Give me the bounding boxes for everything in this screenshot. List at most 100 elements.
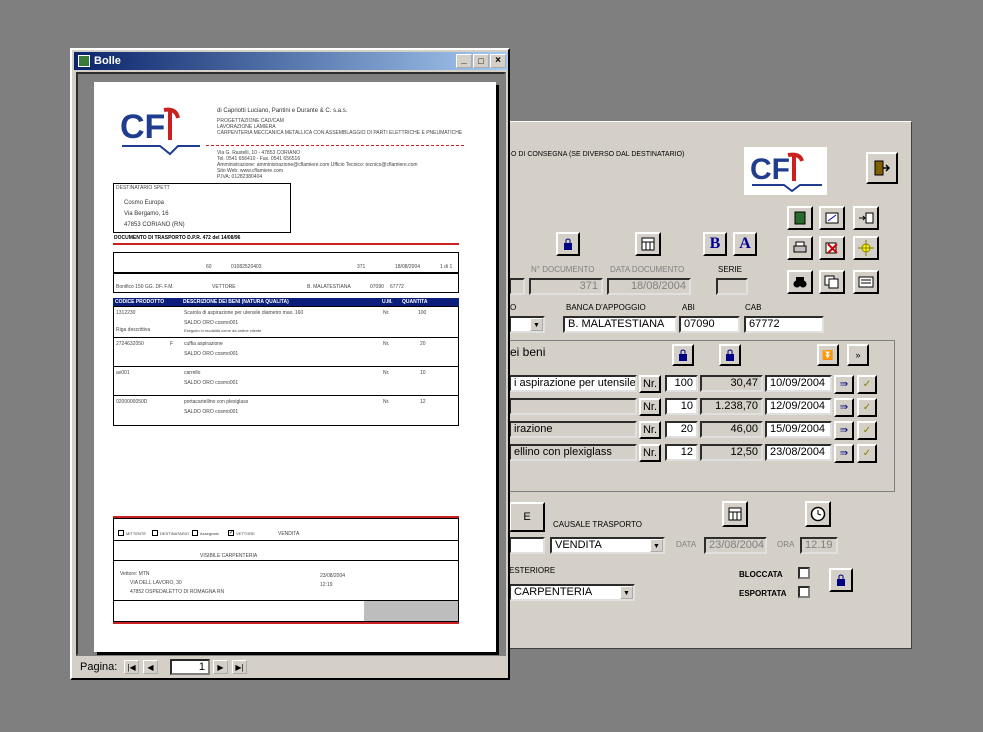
row-insert-button[interactable]: ⇛	[834, 375, 854, 394]
close-button[interactable]: ×	[490, 54, 506, 68]
abi-field[interactable]: 07090	[679, 316, 740, 333]
item-code: ax001	[116, 370, 130, 376]
footer-row3: Vettore: MTN VIA DELL LAVORO, 30 47852 O…	[114, 561, 458, 601]
format-a-button[interactable]: A	[733, 232, 757, 256]
chevron-down-icon[interactable]: ▼	[620, 586, 633, 599]
row-date-field[interactable]: 23/08/2004	[765, 444, 832, 461]
row-date-field[interactable]: 15/09/2004	[765, 421, 832, 438]
prev-page-button[interactable]: ◀	[143, 660, 158, 674]
recipient-line: Cosmo Europa	[124, 200, 165, 206]
header-cell: 67772	[390, 284, 404, 290]
items-lock-button-2[interactable]	[719, 344, 741, 366]
copy-doc-button[interactable]	[819, 270, 845, 294]
first-page-button[interactable]: |◀	[124, 660, 139, 674]
report-window: Bolle _ □ × CF di Capriotti Luciano, Pan…	[70, 48, 510, 680]
lock-button[interactable]	[556, 232, 580, 256]
check-icon: ✓	[862, 425, 872, 436]
page-navigator: Pagina: |◀ ◀ 1 ▶ ▶|	[76, 658, 506, 678]
row-confirm-button[interactable]: ✓	[857, 375, 877, 394]
aspetto-select[interactable]: CARPENTERIA ▼	[509, 584, 635, 601]
row-desc-field[interactable]: i aspirazione per utensile c	[509, 375, 637, 392]
item-um: Nr.	[383, 310, 390, 316]
new-button[interactable]	[853, 236, 879, 260]
row-insert-button[interactable]: ⇛	[834, 444, 854, 463]
row-insert-button[interactable]: ⇛	[834, 421, 854, 440]
row-um-button[interactable]: Nr.	[639, 444, 661, 462]
trasporto-field[interactable]	[509, 537, 545, 554]
prefix-field[interactable]	[509, 278, 525, 295]
cab-field[interactable]: 67772	[744, 316, 824, 333]
row-qty-field[interactable]: 10	[665, 398, 698, 415]
calendar-button[interactable]	[635, 232, 661, 256]
row-um-button[interactable]: Nr.	[639, 421, 661, 439]
table-row: i aspirazione per utensile c Nr. 100 30,…	[509, 375, 895, 395]
row-desc-field[interactable]: irazione	[509, 421, 637, 438]
carrier-line: 47852 OSPEDALETTO DI ROMAGNA RN	[130, 589, 225, 595]
row-confirm-button[interactable]: ✓	[857, 398, 877, 417]
row-qty-field[interactable]: 12	[665, 444, 698, 461]
page-number-input[interactable]: 1	[170, 659, 210, 675]
doc-title: DOCUMENTO DI TRASPORTO D.P.R. 472 del 14…	[114, 235, 241, 241]
row-confirm-button[interactable]: ✓	[857, 421, 877, 440]
search-button[interactable]	[787, 270, 813, 294]
format-b-button[interactable]: B	[703, 232, 727, 256]
report-preview-area[interactable]: CF di Capriotti Luciano, Pantini e Duran…	[76, 72, 506, 656]
view-list-button[interactable]	[853, 270, 879, 294]
item-code: 1312230	[116, 310, 136, 316]
company-name: di Capriotti Luciano, Pantini e Durante …	[217, 108, 348, 114]
serie-field[interactable]	[716, 278, 748, 295]
row-um-button[interactable]: Nr.	[639, 398, 661, 416]
bloccata-checkbox[interactable]	[798, 567, 810, 579]
num-doc-field[interactable]: 371	[529, 278, 603, 295]
ora-field[interactable]: 12.19	[800, 537, 838, 554]
row-desc-field[interactable]: ellino con plexiglass	[509, 444, 637, 461]
calculator-button[interactable]	[787, 206, 813, 230]
row-price-field[interactable]: 46,00	[700, 421, 763, 438]
data-doc-field[interactable]: 18/08/2004	[607, 278, 691, 295]
row-qty-field[interactable]: 100	[665, 375, 698, 392]
last-page-button[interactable]: ▶|	[232, 660, 247, 674]
time-button[interactable]	[805, 501, 831, 527]
maximize-button[interactable]: □	[473, 54, 489, 68]
move-down-button[interactable]: ⏬	[817, 344, 839, 366]
row-price-field[interactable]: 30,47	[700, 375, 763, 392]
row-date-field[interactable]: 12/09/2004	[765, 398, 832, 415]
footer-box: MITTENTE DESTINATARIO Assegnato ✓ VETTOR…	[113, 518, 459, 622]
banca-field[interactable]: B. MALATESTIANA	[563, 316, 677, 333]
row-desc-field[interactable]	[509, 398, 637, 415]
row-date-field[interactable]: 10/09/2004	[765, 375, 832, 392]
e-button[interactable]: E	[509, 502, 545, 532]
opt-mittente-checkbox	[118, 530, 124, 536]
exit-button[interactable]	[866, 152, 898, 184]
doc-header-row1: 60 01082520403 371 18/08/2004 1 di 1	[113, 252, 459, 273]
edit-doc-button[interactable]	[819, 206, 845, 230]
date-button[interactable]	[722, 501, 748, 527]
title-rule	[113, 243, 459, 245]
pagamento-select[interactable]: ▼	[509, 316, 545, 333]
padlock-icon	[726, 349, 734, 361]
causale-select[interactable]: VENDITA ▼	[550, 537, 665, 554]
report-item-row: 1312230 Scarola di aspirazione per utens…	[114, 307, 458, 338]
row-qty-field[interactable]: 20	[665, 421, 698, 438]
chevron-down-icon[interactable]: ▼	[650, 539, 663, 552]
row-um-button[interactable]: Nr.	[639, 375, 661, 393]
items-lock-button-1[interactable]	[672, 344, 694, 366]
chevron-down-icon[interactable]: ▼	[530, 318, 543, 331]
bloccata-label: BLOCCATA	[739, 570, 783, 579]
print-button[interactable]	[787, 236, 813, 260]
opt-label: Assegnato	[200, 531, 219, 536]
last-page-icon: ▶|	[235, 662, 244, 672]
row-price-field[interactable]: 12,50	[700, 444, 763, 461]
row-confirm-button[interactable]: ✓	[857, 444, 877, 463]
insert-row-button[interactable]	[853, 206, 879, 230]
row-price-field[interactable]: 1.238,70	[700, 398, 763, 415]
next-page-button[interactable]: ▶	[213, 660, 228, 674]
row-insert-button[interactable]: ⇛	[834, 398, 854, 417]
esportata-checkbox[interactable]	[798, 586, 810, 598]
data-field[interactable]: 23/08/2004	[704, 537, 767, 554]
col-header: QUANTITA	[402, 299, 428, 305]
last-button[interactable]: »	[847, 344, 869, 366]
lock-export-button[interactable]	[829, 568, 853, 592]
minimize-button[interactable]: _	[456, 54, 472, 68]
delete-button[interactable]	[819, 236, 845, 260]
